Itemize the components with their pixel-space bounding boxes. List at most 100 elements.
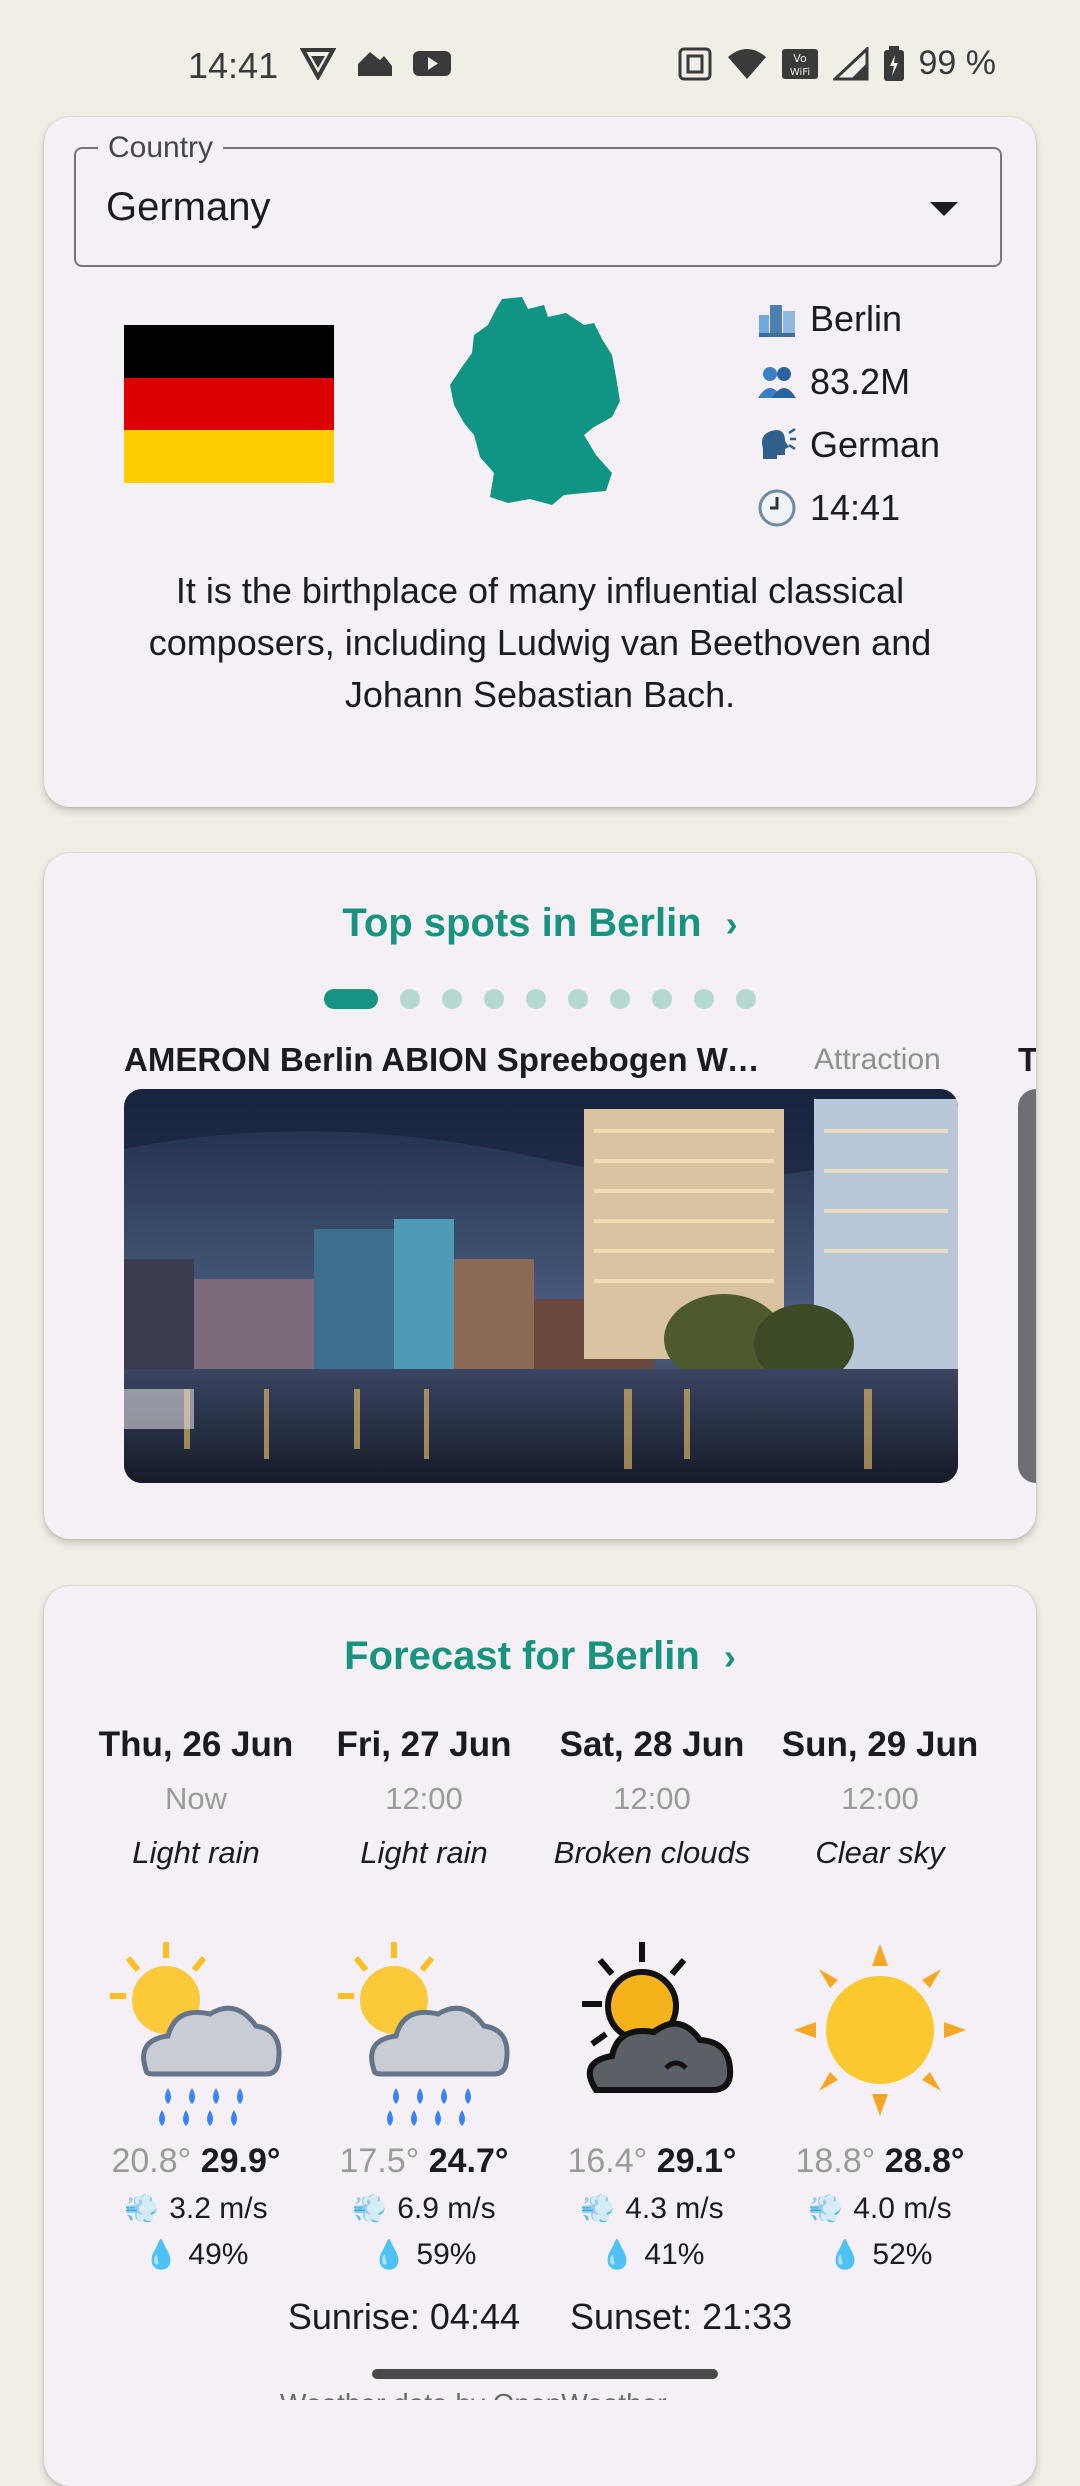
forecast-wind: 💨 6.9 m/s (310, 2186, 538, 2232)
spot-photo[interactable] (124, 1089, 958, 1483)
wind-value: 3.2 m/s (169, 2192, 268, 2225)
pager-dot[interactable] (736, 989, 756, 1009)
svg-text:WiFi: WiFi (789, 67, 809, 78)
spot-type: Attraction (814, 1043, 941, 1076)
status-right: Vo WiFi 99 % (677, 44, 996, 83)
pager-dot[interactable] (484, 989, 504, 1009)
temp-low: 18.8° (795, 2142, 876, 2180)
flag-stripe-gold (124, 430, 334, 484)
forecast-description: Light rain (132, 1835, 260, 1870)
sunrise-time: Sunrise: 04:44 (287, 2296, 520, 2337)
forecast-time: 12:00 (613, 1781, 691, 1816)
temp-high: 28.8° (884, 2142, 965, 2180)
pager-dot[interactable] (652, 989, 672, 1009)
pager-dot[interactable] (442, 989, 462, 1009)
fact-local-time: 14:41 (756, 476, 1016, 539)
forecast-wind: 💨 4.0 m/s (766, 2186, 994, 2232)
forecast-humidity: 💧 49% (82, 2232, 310, 2278)
forecast-humidity: 💧 41% (538, 2232, 766, 2278)
fact-capital: Berlin (756, 287, 1016, 350)
chevron-right-icon: › (723, 1636, 736, 1677)
forecast-date: Fri, 27 Jun (336, 1725, 512, 1764)
forecast-time: Now (164, 1781, 227, 1816)
flag-stripe-red (124, 377, 334, 431)
dropdown-arrow-icon[interactable] (930, 202, 958, 216)
wind-icon: 💨 (352, 2193, 388, 2224)
fact-language-value: German (810, 423, 941, 465)
pager-dot[interactable] (568, 989, 588, 1009)
weather-attribution[interactable]: Weather data by OpenWeather (280, 2388, 667, 2400)
droplet-icon: 💧 (371, 2239, 407, 2270)
forecast-humidity: 💧 59% (310, 2232, 538, 2278)
carousel-pager (324, 989, 756, 1009)
flag-stripe-black (124, 325, 334, 378)
fact-language: German (756, 413, 1016, 476)
cityscape-icon (756, 298, 798, 340)
wind-icon: 💨 (808, 2193, 844, 2224)
temp-low: 20.8° (111, 2142, 192, 2180)
pager-dot-active[interactable] (324, 989, 378, 1009)
temp-high: 29.9° (200, 2142, 281, 2180)
forecast-wind: 💨 4.3 m/s (538, 2186, 766, 2232)
pager-dot[interactable] (526, 989, 546, 1009)
next-spot-photo[interactable] (1018, 1089, 1036, 1483)
chevron-right-icon: › (725, 903, 738, 944)
sun-rain-cloud-icon (310, 1940, 538, 2136)
wifi-icon (727, 48, 766, 79)
forecast-wind: 💨 3.2 m/s (82, 2186, 310, 2232)
country-map-shape (450, 297, 620, 505)
battery-icon (883, 45, 904, 81)
country-flag (124, 325, 334, 484)
humidity-value: 59% (416, 2238, 477, 2271)
next-spot-title[interactable]: T (1018, 1041, 1036, 1079)
people-icon (756, 361, 798, 403)
temp-low: 16.4° (567, 2142, 648, 2180)
forecast-temps: 20.8° 29.9° (82, 2136, 310, 2186)
temp-low: 17.5° (339, 2142, 420, 2180)
country-dropdown[interactable]: Country Germany (74, 131, 1002, 267)
droplet-icon: 💧 (143, 2239, 179, 2270)
status-bar: 14:41 Vo WiFi 99 % (0, 0, 1080, 120)
droplet-icon: 💧 (599, 2239, 635, 2270)
fact-population-value: 83.2M (810, 360, 911, 402)
forecast-time: 12:00 (385, 1781, 463, 1816)
sun-times: Sunrise: 04:44 Sunset: 21:33 (44, 2296, 1036, 2338)
pager-dot[interactable] (610, 989, 630, 1009)
spot-photo-illustration (124, 1089, 958, 1483)
spot-title[interactable]: AMERON Berlin ABION Spreebogen Waterside… (124, 1041, 764, 1079)
sun-icon (766, 1940, 994, 2136)
pager-dot[interactable] (694, 989, 714, 1009)
humidity-value: 49% (188, 2238, 249, 2271)
signal-icon (832, 46, 868, 80)
forecast-link[interactable]: Forecast for Berlin › (44, 1634, 1036, 1679)
svg-text:Vo: Vo (793, 52, 807, 65)
forecast-temps: 17.5° 24.7° (310, 2136, 538, 2186)
speaking-head-icon (756, 424, 798, 466)
top-spots-card: Top spots in Berlin › AMERON Berlin ABION… (44, 853, 1036, 1539)
country-selected-value: Germany (106, 185, 271, 229)
forecast-day: Sun, 29 Jun 12:00 Clear sky 18.8° 28.8° … (766, 1718, 994, 2278)
wind-value: 4.0 m/s (853, 2192, 952, 2225)
top-spots-heading: Top spots in Berlin (342, 901, 702, 945)
fact-capital-value: Berlin (810, 297, 903, 339)
temp-high: 29.1° (656, 2142, 737, 2180)
wind-icon: 💨 (580, 2193, 616, 2224)
gesture-nav-handle[interactable] (372, 2369, 718, 2379)
forecast-date: Sat, 28 Jun (559, 1725, 745, 1764)
forecast-day: Thu, 26 Jun Now Light rain 20.8° 29.9° 💨… (82, 1718, 310, 2278)
sun-dark-cloud-icon (538, 1940, 766, 2136)
forecast-description: Clear sky (815, 1835, 945, 1870)
forecast-humidity: 💧 52% (766, 2232, 994, 2278)
forecast-date: Thu, 26 Jun (98, 1725, 294, 1764)
top-spots-link[interactable]: Top spots in Berlin › (44, 901, 1036, 946)
forecast-temps: 16.4° 29.1° (538, 2136, 766, 2186)
forecast-description: Broken clouds (553, 1835, 751, 1870)
youtube-icon (413, 51, 451, 76)
wind-icon: 💨 (124, 2193, 160, 2224)
sunset-time: Sunset: 21:33 (569, 2296, 793, 2337)
forecast-heading: Forecast for Berlin (344, 1634, 700, 1678)
temp-high: 24.7° (428, 2142, 509, 2180)
pager-dot[interactable] (400, 989, 420, 1009)
forecast-date: Sun, 29 Jun (781, 1725, 979, 1764)
wind-value: 4.3 m/s (625, 2192, 724, 2225)
